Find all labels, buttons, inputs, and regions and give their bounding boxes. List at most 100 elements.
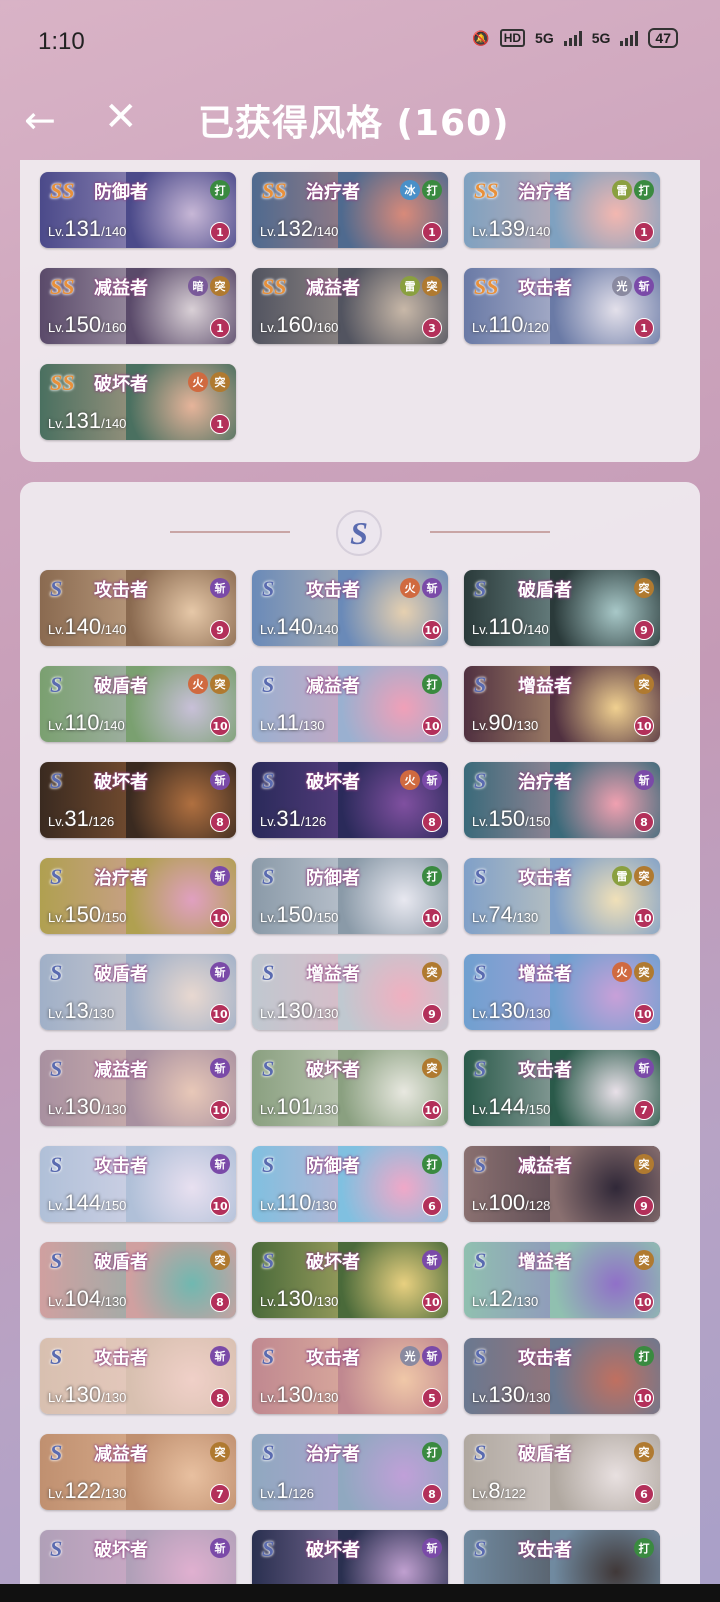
role-label: 减益者 — [94, 278, 148, 299]
level-max: /150 — [525, 1102, 551, 1117]
rank-icon: S — [262, 1344, 275, 1369]
level-current: 104 — [64, 1286, 102, 1311]
level-prefix: Lv. — [48, 320, 65, 335]
level-text: Lv.110/140 — [48, 710, 125, 736]
attack-type-badge: 斩 — [210, 962, 230, 982]
role-label: 攻击者 — [518, 1540, 572, 1561]
style-card[interactable]: S 减益者 斩 Lv.130/130 10 — [40, 1050, 236, 1126]
role-label: 攻击者 — [518, 1060, 572, 1081]
attack-type-badge: 斩 — [422, 1538, 442, 1558]
attack-type-badge: 斩 — [422, 1250, 442, 1270]
element-badge: 雷 — [612, 866, 632, 886]
attack-type-badge: 突 — [210, 372, 230, 392]
style-card[interactable]: S 减益者 突 Lv.100/128 9 — [464, 1146, 660, 1222]
hd-icon: HD — [499, 29, 526, 47]
level-prefix: Lv. — [260, 320, 277, 335]
level-prefix: Lv. — [48, 1486, 65, 1501]
level-max: /150 — [525, 814, 551, 829]
style-card[interactable]: SS 减益者 突雷 Lv.160/160 3 — [252, 268, 448, 344]
style-card[interactable]: S 增益者 突火 Lv.130/130 10 — [464, 954, 660, 1030]
level-prefix: Lv. — [472, 1486, 489, 1501]
style-card[interactable]: S 攻击者 打 Lv.130/130 10 — [464, 1338, 660, 1414]
level-max: /120 — [523, 320, 549, 335]
close-icon[interactable]: ✕ — [104, 94, 138, 140]
attack-type-badge: 突 — [210, 674, 230, 694]
level-prefix: Lv. — [472, 1102, 489, 1117]
level-text: Lv.130/130 — [260, 1286, 338, 1312]
net2-label: 5G — [591, 30, 611, 46]
ss-grid: SS 防御者打 Lv.131/140 1 SS 治疗者打冰 Lv.132/140 1 SS 治疗者… — [40, 172, 660, 440]
attack-type-badge: 斩 — [634, 276, 654, 296]
style-card[interactable]: S 破坏者 斩火 Lv.31/126 8 — [252, 762, 448, 838]
role-label: 破盾者 — [94, 676, 148, 697]
style-card[interactable]: S 破盾者 突火 Lv.110/140 10 — [40, 666, 236, 742]
rank-icon: S — [262, 768, 275, 793]
style-card[interactable]: S 攻击者 斩光 Lv.130/130 5 — [252, 1338, 448, 1414]
level-max: /140 — [101, 416, 127, 431]
limit-break-count: 8 — [634, 812, 654, 832]
style-card[interactable]: S 破盾者 突 Lv.8/122 6 — [464, 1434, 660, 1510]
style-card[interactable]: S 破盾者 突 Lv.110/140 9 — [464, 570, 660, 646]
style-card[interactable]: S 破坏者 斩 Lv.31/126 8 — [40, 762, 236, 838]
style-card[interactable]: S 治疗者 斩 Lv.150/150 10 — [40, 858, 236, 934]
limit-break-count: 7 — [634, 1100, 654, 1120]
style-card[interactable]: SS 防御者 打 Lv.131/140 1 — [40, 172, 236, 248]
role-label: 治疗者 — [94, 868, 148, 889]
style-card[interactable]: S 增益者 突 Lv.90/130 10 — [464, 666, 660, 742]
style-card[interactable]: S 增益者 突 Lv.130/130 9 — [252, 954, 448, 1030]
level-text: Lv.131/140 — [48, 216, 126, 242]
attack-type-badge: 打 — [422, 1154, 442, 1174]
attack-type-badge: 打 — [422, 866, 442, 886]
style-card[interactable]: S 减益者 突 Lv.122/130 7 — [40, 1434, 236, 1510]
rank-icon: S — [474, 960, 487, 985]
level-current: 110 — [64, 710, 100, 735]
style-card[interactable]: S 破坏者 斩 Lv.130/130 10 — [252, 1242, 448, 1318]
style-card[interactable]: S 攻击者 斩 Lv.144/150 7 — [464, 1050, 660, 1126]
style-card[interactable]: S 减益者 打 Lv.11/130 10 — [252, 666, 448, 742]
style-card[interactable]: S 破盾者 斩 Lv.13/130 10 — [40, 954, 236, 1030]
rank-icon: SS — [50, 274, 75, 299]
limit-break-count: 10 — [422, 716, 442, 736]
level-current: 110 — [488, 312, 524, 337]
style-card[interactable]: SS 攻击者 斩光 Lv.110/120 1 — [464, 268, 660, 344]
limit-break-count: 7 — [210, 1484, 230, 1504]
attack-type-badge: 打 — [634, 1346, 654, 1366]
style-card[interactable]: SS 治疗者 打雷 Lv.139/140 1 — [464, 172, 660, 248]
style-card[interactable]: S 攻击者 斩 Lv.140/140 9 — [40, 570, 236, 646]
level-current: 110 — [276, 1190, 312, 1215]
style-card[interactable]: S 攻击者 突雷 Lv.74/130 10 — [464, 858, 660, 934]
style-card[interactable]: S 增益者 突 Lv.12/130 10 — [464, 1242, 660, 1318]
element-badge: 火 — [400, 578, 420, 598]
role-label: 治疗者 — [306, 182, 360, 203]
level-text: Lv.110/140 — [472, 614, 549, 640]
style-card[interactable]: S 攻击者 斩 Lv.130/130 8 — [40, 1338, 236, 1414]
rank-icon: SS — [262, 274, 287, 299]
mute-icon: 🔕 — [472, 29, 490, 46]
level-text: Lv.150/150 — [48, 902, 126, 928]
limit-break-count: 10 — [634, 908, 654, 928]
status-icons: 🔕 HD 5G 5G 47 — [472, 28, 678, 48]
level-text: Lv.11/130 — [260, 710, 325, 736]
attack-type-badge: 突 — [634, 1250, 654, 1270]
style-card[interactable]: S 破坏者 突 Lv.101/130 10 — [252, 1050, 448, 1126]
level-prefix: Lv. — [260, 910, 277, 925]
element-badge: 火 — [188, 674, 208, 694]
level-current: 110 — [488, 614, 524, 639]
style-card[interactable]: S 攻击者 斩火 Lv.140/140 10 — [252, 570, 448, 646]
rank-icon: SS — [474, 178, 499, 203]
level-max: /130 — [299, 718, 325, 733]
style-card[interactable]: SS 治疗者 打冰 Lv.132/140 1 — [252, 172, 448, 248]
style-card[interactable]: SS 减益者 突暗 Lv.150/160 1 — [40, 268, 236, 344]
back-arrow-icon[interactable]: ← — [24, 98, 56, 142]
attack-type-badge: 突 — [634, 1154, 654, 1174]
style-card[interactable]: SS 破坏者 突火 Lv.131/140 1 — [40, 364, 236, 440]
style-card[interactable]: S 治疗者 斩 Lv.150/150 8 — [464, 762, 660, 838]
style-card[interactable]: S 防御者 打 Lv.110/130 6 — [252, 1146, 448, 1222]
style-card[interactable]: S 治疗者 打 Lv.1/126 8 — [252, 1434, 448, 1510]
attack-type-badge: 突 — [634, 674, 654, 694]
style-card[interactable]: S 破盾者 突 Lv.104/130 8 — [40, 1242, 236, 1318]
role-label: 破坏者 — [94, 1540, 148, 1561]
style-card[interactable]: S 防御者 打 Lv.150/150 10 — [252, 858, 448, 934]
style-card[interactable]: S 攻击者 斩 Lv.144/150 10 — [40, 1146, 236, 1222]
role-label: 增益者 — [518, 1252, 572, 1273]
